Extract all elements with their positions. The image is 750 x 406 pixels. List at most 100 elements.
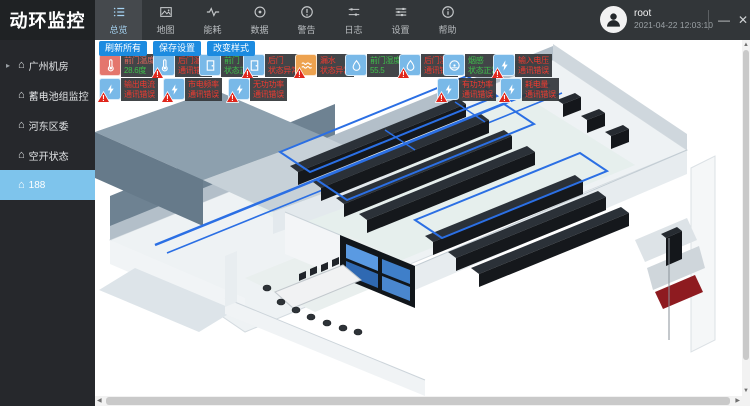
settings-icon xyxy=(394,5,408,24)
warning-icon: ! xyxy=(491,66,504,78)
home-icon: ⌂ xyxy=(18,120,25,131)
door-icon xyxy=(199,54,221,76)
sensor-label: 有功功率通讯错误 xyxy=(459,78,496,101)
water-icon: ! xyxy=(295,54,317,76)
door-icon: ! xyxy=(243,54,265,76)
humidity-icon xyxy=(345,54,367,76)
map-icon xyxy=(159,5,173,24)
thermometer-icon xyxy=(99,54,121,76)
toolbar-button-2[interactable]: 保存设置 xyxy=(153,41,201,56)
home-icon: ⌂ xyxy=(18,180,25,191)
humidity-icon: ! xyxy=(399,54,421,76)
horizontal-scrollbar[interactable]: ◀ ▶ xyxy=(95,396,742,406)
sensor-value: 通讯错误 xyxy=(253,91,284,100)
scroll-left-icon[interactable]: ◀ xyxy=(97,398,102,404)
sensor-title: 有功功率 xyxy=(462,81,493,90)
scroll-down-icon[interactable]: ▼ xyxy=(743,388,749,394)
sensor-label: 耗电量通讯错误 xyxy=(522,78,559,101)
horizontal-scrollbar-thumb[interactable] xyxy=(106,397,730,405)
nav-label: 地图 xyxy=(156,26,174,35)
home-icon: ⌂ xyxy=(18,60,25,71)
titlebar: 动环监控 总览地图能耗数据警告日志设置帮助 root 2021-04-22 12… xyxy=(0,0,750,40)
sensor-title: 输出电流 xyxy=(124,81,155,90)
scroll-right-icon[interactable]: ▶ xyxy=(735,398,740,404)
sidebar-item-5[interactable]: ⌂ 188 xyxy=(0,170,95,200)
sensor-label: 输出电流通讯错误 xyxy=(121,78,158,101)
user-name: root xyxy=(634,9,713,19)
sensor-value: 通讯错误 xyxy=(518,67,549,76)
warning-icon: ! xyxy=(241,66,254,78)
sensor-badge-row1-6[interactable]: 前门湿度55.5 xyxy=(345,54,404,77)
avatar[interactable] xyxy=(600,6,627,33)
sensor-title: 无功功率 xyxy=(253,81,284,90)
user-area[interactable]: root 2021-04-22 12:03:10 xyxy=(600,6,713,33)
vertical-scrollbar[interactable]: ▲ ▼ xyxy=(742,40,750,396)
sidebar: ▸⌂广州机房⌂蓄电池组监控⌂河东区委⌂空开状态⌂188 xyxy=(0,40,95,406)
home-icon: ⌂ xyxy=(18,90,25,101)
alert-icon xyxy=(300,5,314,24)
sensor-value: 通讯错误 xyxy=(525,91,556,100)
nav-item-6[interactable]: 日志 xyxy=(330,0,377,40)
sensor-badge-row2-2[interactable]: !市电频率通讯错误 xyxy=(163,78,222,101)
svg-text:!: ! xyxy=(166,94,169,103)
power-icon: ! xyxy=(493,54,515,76)
power-icon: ! xyxy=(228,78,250,100)
toolbar: 刷新所有保存设置改变样式 xyxy=(99,41,255,56)
sensor-label: 输入电压通讯错误 xyxy=(515,54,552,77)
toolbar-button-3[interactable]: 改变样式 xyxy=(207,41,255,56)
sidebar-item-label: 空开状态 xyxy=(29,148,69,163)
warning-icon: ! xyxy=(293,66,306,78)
sidebar-item-1[interactable]: ▸⌂广州机房 xyxy=(0,50,95,80)
warning-icon: ! xyxy=(498,90,511,102)
scrollbar-corner xyxy=(742,396,750,406)
vertical-scrollbar-thumb[interactable] xyxy=(743,50,749,360)
svg-text:!: ! xyxy=(231,94,234,103)
sidebar-item-label: 188 xyxy=(29,180,46,191)
warning-icon: ! xyxy=(161,90,174,102)
help-icon xyxy=(441,5,455,24)
sensor-badge-row1-9[interactable]: ! 输入电压通讯错误 xyxy=(493,54,552,77)
sidebar-item-label: 蓄电池组监控 xyxy=(29,88,89,103)
scroll-up-icon[interactable]: ▲ xyxy=(743,42,749,48)
sensor-badge-row2-1[interactable]: !输出电流通讯错误 xyxy=(99,78,158,101)
warning-icon: ! xyxy=(397,66,410,78)
nav-item-7[interactable]: 设置 xyxy=(377,0,424,40)
sidebar-item-2[interactable]: ⌂ 蓄电池组监控 xyxy=(0,80,95,110)
toolbar-button-1[interactable]: 刷新所有 xyxy=(99,41,147,56)
svg-text:!: ! xyxy=(402,70,405,79)
sensor-badge-row2-4[interactable]: ! 有功功率通讯错误 xyxy=(437,78,496,101)
energy-icon xyxy=(206,5,220,24)
nav-item-3[interactable]: 能耗 xyxy=(189,0,236,40)
nav-label: 能耗 xyxy=(203,26,221,35)
nav-item-1[interactable]: 总览 xyxy=(95,0,142,40)
expand-arrow-icon[interactable]: ▸ xyxy=(6,61,10,70)
close-button[interactable]: ✕ xyxy=(731,0,750,40)
warning-icon: ! xyxy=(151,66,164,78)
power-icon: ! xyxy=(500,78,522,100)
svg-text:!: ! xyxy=(496,70,499,79)
nav-item-5[interactable]: 警告 xyxy=(283,0,330,40)
thermometer-icon: ! xyxy=(153,54,175,76)
power-icon: ! xyxy=(437,78,459,100)
warning-icon: ! xyxy=(226,90,239,102)
sidebar-item-3[interactable]: ⌂ 河东区委 xyxy=(0,110,95,140)
sidebar-item-label: 河东区委 xyxy=(29,118,69,133)
nav-item-2[interactable]: 地图 xyxy=(142,0,189,40)
sensor-value: 通讯错误 xyxy=(188,91,219,100)
power-icon: ! xyxy=(99,78,121,100)
nav-label: 日志 xyxy=(344,26,362,35)
sensor-title: 前门温度 xyxy=(124,57,155,66)
sensor-label: 无功功率通讯错误 xyxy=(250,78,287,101)
sidebar-item-4[interactable]: ⌂空开状态 xyxy=(0,140,95,170)
log-icon xyxy=(347,5,361,24)
timestamp: 2021-04-22 12:03:10 xyxy=(634,21,713,30)
sensor-badge-row2-3[interactable]: ! 无功功率通讯错误 xyxy=(228,78,287,101)
nav-item-4[interactable]: 数据 xyxy=(236,0,283,40)
sensor-title: 耗电量 xyxy=(525,81,556,90)
warning-icon: ! xyxy=(435,90,448,102)
nav-item-8[interactable]: 帮助 xyxy=(424,0,471,40)
sensor-badge-row2-5[interactable]: ! 耗电量通讯错误 xyxy=(500,78,559,101)
power-icon: ! xyxy=(163,78,185,100)
sensor-title: 前门湿度 xyxy=(370,57,401,66)
sensor-badge-row1-1[interactable]: 前门温度28.6度 xyxy=(99,54,158,77)
